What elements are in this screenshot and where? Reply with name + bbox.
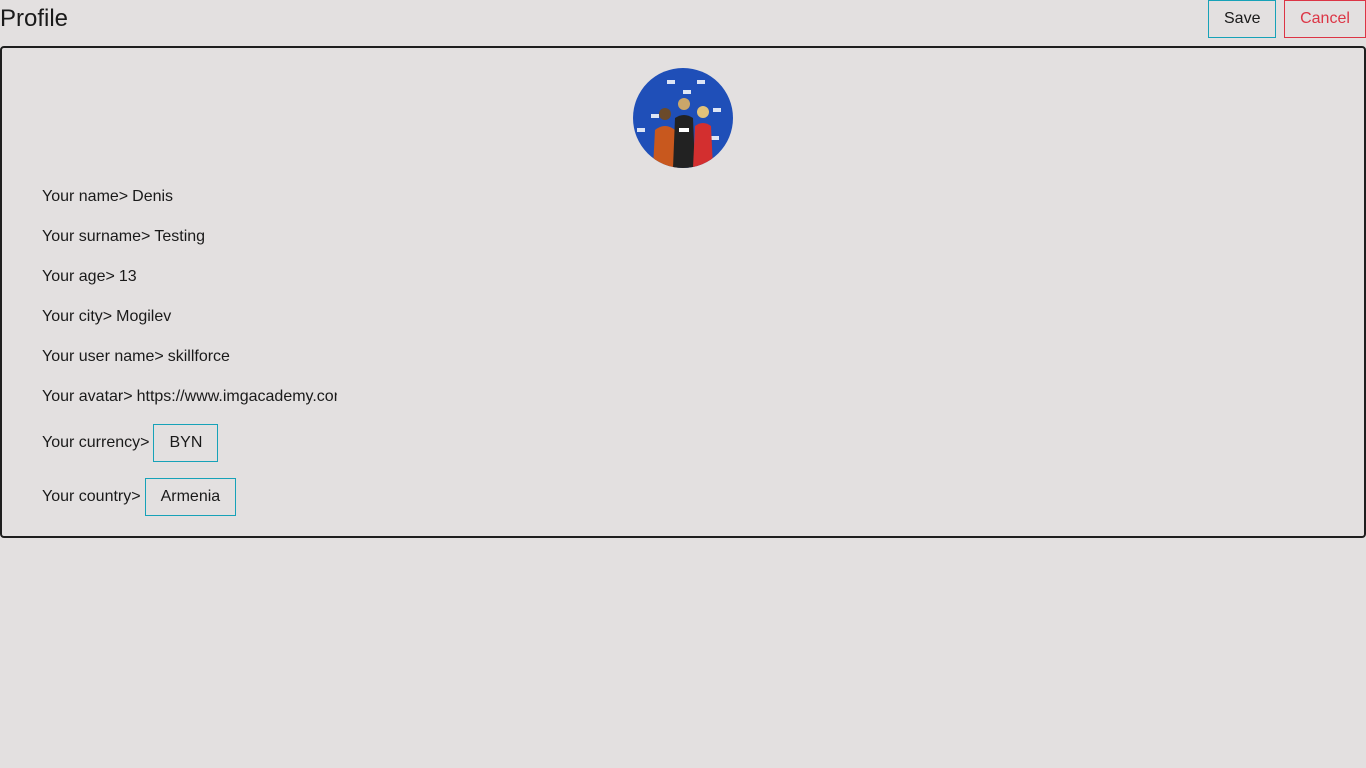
profile-photo-icon (633, 68, 733, 168)
field-name: Your name> (42, 188, 340, 206)
avatar (633, 68, 733, 168)
field-currency: Your currency> BYN (42, 424, 219, 462)
field-age: Your age> (42, 268, 326, 286)
country-label: Your country> (42, 488, 141, 505)
name-label: Your name> (42, 188, 129, 205)
page-title: Profile (0, 5, 69, 32)
field-surname: Your surname> (42, 228, 362, 246)
field-city: Your city> (42, 308, 324, 326)
currency-select[interactable]: BYN (153, 424, 219, 462)
currency-label: Your currency> (42, 434, 150, 451)
age-input[interactable] (118, 268, 326, 286)
header-bar: Profile Save Cancel (0, 0, 1366, 38)
avatar-label: Your avatar> (42, 388, 133, 405)
city-label: Your city> (42, 308, 113, 325)
cancel-button[interactable]: Cancel (1284, 0, 1366, 38)
city-input[interactable] (116, 308, 324, 326)
avatar-url-input[interactable] (136, 388, 337, 406)
name-input[interactable] (132, 188, 340, 206)
profile-card: Your name> Your surname> Your age> Your … (0, 46, 1366, 538)
field-avatar: Your avatar> (42, 388, 337, 406)
age-label: Your age> (42, 268, 115, 285)
surname-input[interactable] (154, 228, 362, 246)
country-select[interactable]: Armenia (144, 478, 237, 516)
username-label: Your user name> (42, 348, 164, 365)
username-input[interactable] (167, 348, 375, 366)
field-country: Your country> Armenia (42, 478, 237, 516)
surname-label: Your surname> (42, 228, 151, 245)
save-button[interactable]: Save (1208, 0, 1276, 38)
field-username: Your user name> (42, 348, 375, 366)
